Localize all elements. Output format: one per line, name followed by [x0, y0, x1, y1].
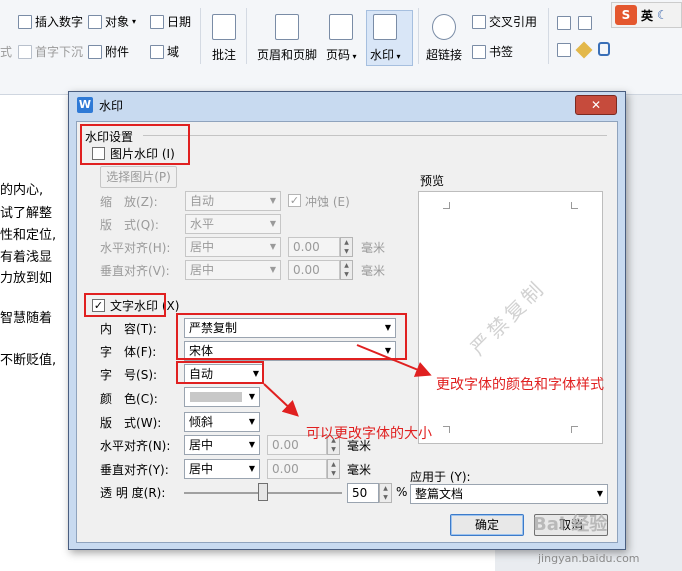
baidu-watermark-url: jingyan.baidu.com	[538, 552, 640, 565]
arrow-to-size-note	[263, 383, 299, 417]
baidu-watermark-logo: Bai 经验	[533, 514, 608, 535]
arrow-to-font-note	[356, 344, 432, 377]
size-annotation: 可以更改字体的大小	[306, 426, 432, 442]
font-annotation: 更改字体的颜色和字体样式	[436, 377, 604, 393]
annotation-arrows	[263, 344, 432, 417]
